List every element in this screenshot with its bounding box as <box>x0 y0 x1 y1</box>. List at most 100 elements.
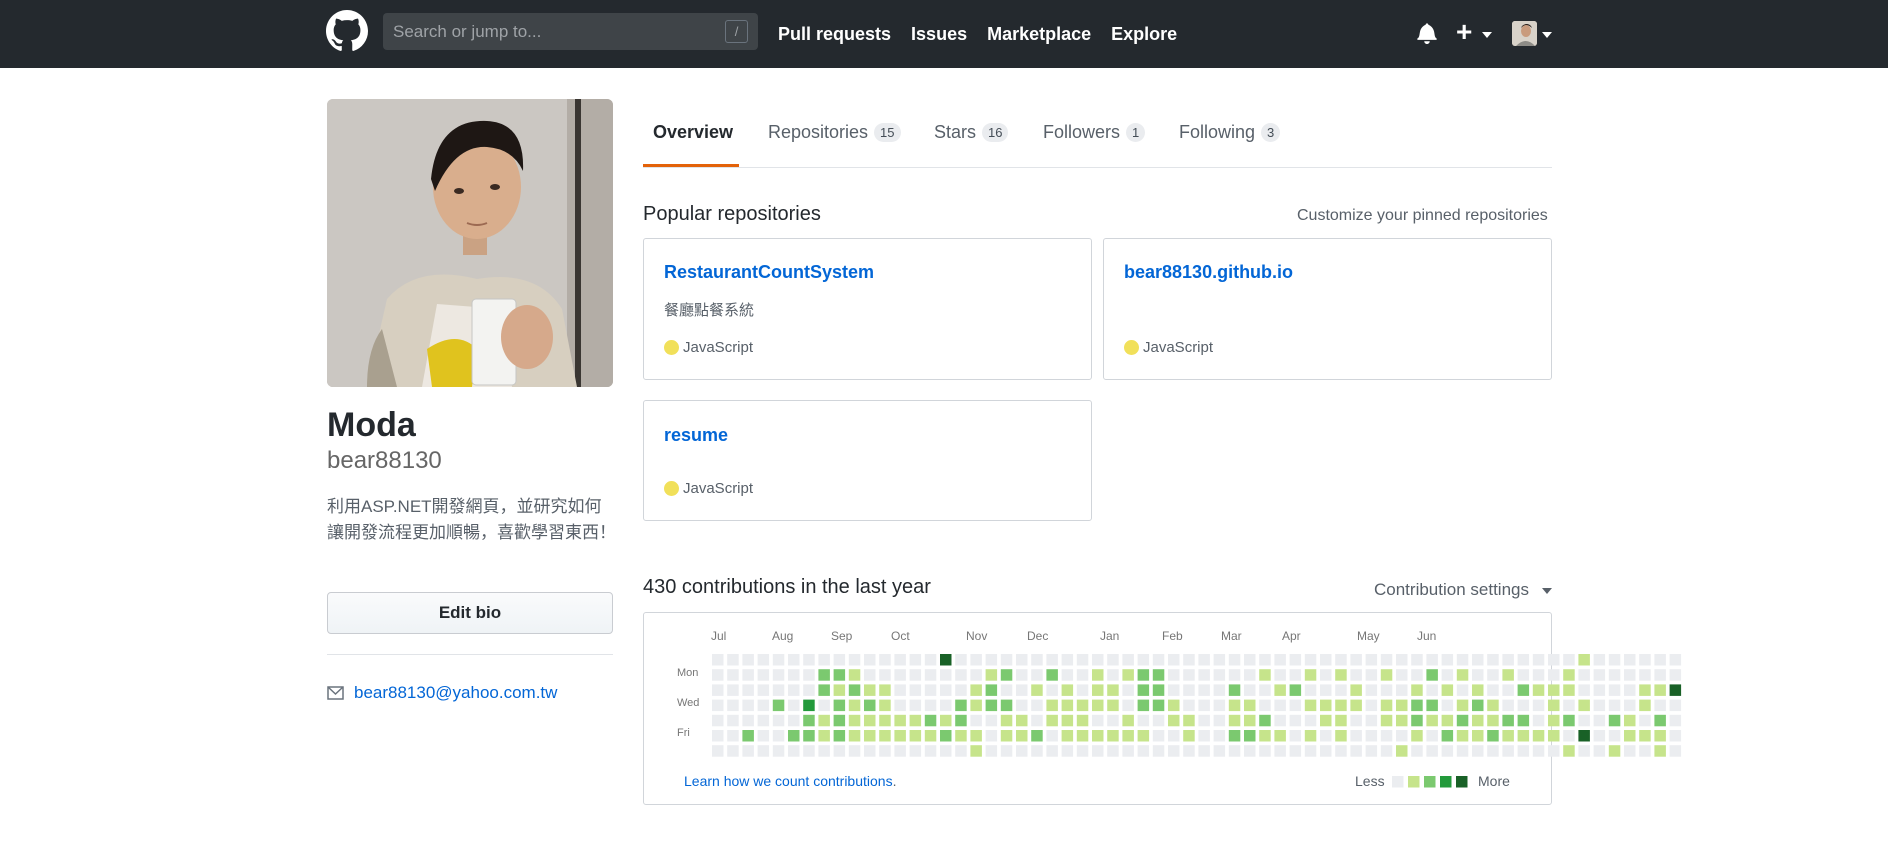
tab-label: Followers <box>1043 122 1121 142</box>
legend-swatch <box>1440 776 1452 788</box>
contribution-day-cell[interactable] <box>1654 654 1666 666</box>
user-avatar-thumbnail-icon <box>1512 21 1537 46</box>
contribution-day-cell[interactable] <box>1639 669 1651 681</box>
mail-icon <box>327 686 344 700</box>
contribution-day-cell[interactable] <box>1639 699 1651 712</box>
contribution-day-cell[interactable] <box>1624 669 1636 681</box>
contribution-day-cell[interactable] <box>1669 745 1682 757</box>
contribution-day-cell[interactable] <box>1563 730 1575 742</box>
contribution-day-cell[interactable] <box>1639 684 1651 696</box>
contribution-day-cell[interactable] <box>1654 684 1666 696</box>
language-color-dot <box>1124 340 1139 355</box>
contribution-settings-caret-icon[interactable] <box>1542 588 1552 594</box>
contribution-day-cell[interactable] <box>1624 730 1636 742</box>
contribution-day-cell[interactable] <box>1669 699 1682 712</box>
contribution-day-cell[interactable] <box>1624 684 1636 696</box>
legend-less-label: Less <box>1355 773 1385 789</box>
contribution-day-cell[interactable] <box>1578 745 1590 757</box>
nav-marketplace[interactable]: Marketplace <box>987 24 1091 45</box>
github-logo-icon[interactable] <box>326 10 368 52</box>
popular-repos-title: Popular repositories <box>643 203 821 225</box>
repo-name-link[interactable]: RestaurantCountSystem <box>664 262 874 283</box>
contribution-day-cell[interactable] <box>1639 654 1651 666</box>
profile-email-link[interactable]: bear88130@yahoo.com.tw <box>354 683 557 703</box>
contribution-day-cell[interactable] <box>1578 730 1590 742</box>
contribution-day-cell[interactable] <box>1578 684 1590 696</box>
contribution-day-cell[interactable] <box>1593 714 1606 727</box>
contribution-day-cell[interactable] <box>1563 684 1575 696</box>
contribution-day-cell[interactable] <box>1669 714 1682 727</box>
create-new-plus-icon[interactable]: + <box>1456 18 1472 46</box>
contribution-day-cell[interactable] <box>1563 654 1575 666</box>
contribution-day-cell[interactable] <box>1578 714 1590 727</box>
contribution-day-cell[interactable] <box>1593 745 1606 757</box>
repo-name-link[interactable]: bear88130.github.io <box>1124 262 1293 283</box>
contribution-day-cell[interactable] <box>1578 654 1590 666</box>
contribution-day-cell[interactable] <box>1639 714 1651 727</box>
legend-swatch <box>1424 776 1436 788</box>
contribution-day-cell[interactable] <box>1669 684 1682 696</box>
repo-language: JavaScript <box>664 480 753 497</box>
contribution-day-cell[interactable] <box>1669 654 1682 666</box>
tab-following[interactable]: Following 3 <box>1179 122 1281 143</box>
contribution-day-cell[interactable] <box>1608 654 1621 666</box>
contribution-day-cell[interactable] <box>1608 699 1621 712</box>
contribution-day-cell[interactable] <box>1578 699 1590 712</box>
profile-display-name: Moda <box>327 406 416 444</box>
contribution-day-cell[interactable] <box>1608 745 1621 757</box>
tab-followers[interactable]: Followers 1 <box>1043 122 1146 143</box>
contribution-day-cell[interactable] <box>1578 669 1590 681</box>
customize-pinned-link[interactable]: Customize your pinned repositories <box>1297 207 1548 225</box>
legend-swatch <box>1392 776 1404 788</box>
search-input[interactable] <box>393 13 703 50</box>
repo-name-link[interactable]: resume <box>664 425 728 446</box>
contribution-day-cell[interactable] <box>1563 714 1575 727</box>
contribution-day-cell[interactable] <box>1593 669 1606 681</box>
contribution-day-cell[interactable] <box>1563 745 1575 757</box>
learn-contributions-link[interactable]: Learn how we count contributions. <box>684 773 896 789</box>
contribution-day-cell[interactable] <box>1563 669 1575 681</box>
create-new-caret-icon[interactable] <box>1482 32 1492 38</box>
tab-overview[interactable]: Overview <box>653 122 733 143</box>
contribution-day-cell[interactable] <box>1639 745 1651 757</box>
contribution-day-cell[interactable] <box>1593 684 1606 696</box>
contribution-day-cell[interactable] <box>1669 669 1682 681</box>
tab-stars[interactable]: Stars 16 <box>934 122 1009 143</box>
contribution-day-cell[interactable] <box>1669 730 1682 742</box>
contribution-day-cell[interactable] <box>1654 699 1666 712</box>
contribution-day-cell[interactable] <box>1639 730 1651 742</box>
contribution-day-cell[interactable] <box>1563 699 1575 712</box>
contribution-day-cell[interactable] <box>1654 745 1666 757</box>
contribution-settings-dropdown[interactable]: Contribution settings <box>1374 580 1529 600</box>
contribution-day-cell[interactable] <box>1624 714 1636 727</box>
contribution-day-cell[interactable] <box>1593 730 1606 742</box>
contribution-day-cell[interactable] <box>1593 699 1606 712</box>
contribution-day-cell[interactable] <box>1624 745 1636 757</box>
contribution-day-cell[interactable] <box>1654 669 1666 681</box>
month-label: Mar <box>1221 629 1242 643</box>
contribution-day-cell[interactable] <box>1608 669 1621 681</box>
search-box: / <box>383 13 758 50</box>
contribution-day-cell[interactable] <box>1608 730 1621 742</box>
tab-repositories[interactable]: Repositories 15 <box>768 122 901 143</box>
nav-pull-requests[interactable]: Pull requests <box>778 24 891 45</box>
contribution-day-cell[interactable] <box>1654 714 1666 727</box>
user-menu-caret-icon[interactable] <box>1542 32 1552 38</box>
notifications-bell-icon[interactable] <box>1417 22 1437 44</box>
user-menu-avatar[interactable] <box>1512 21 1537 46</box>
profile-photo-icon <box>327 99 613 387</box>
active-tab-indicator <box>643 164 739 167</box>
month-label: Jan <box>1100 629 1120 643</box>
nav-explore[interactable]: Explore <box>1111 24 1177 45</box>
edit-bio-button[interactable]: Edit bio <box>327 592 613 634</box>
contribution-day-cell[interactable] <box>1593 654 1606 666</box>
contribution-day-cell[interactable] <box>1608 684 1621 696</box>
contribution-day-cell[interactable] <box>1624 654 1636 666</box>
contribution-day-cell[interactable] <box>1624 699 1636 712</box>
day-label: Wed <box>677 697 700 709</box>
contribution-day-cell[interactable] <box>1608 714 1621 727</box>
nav-issues[interactable]: Issues <box>911 24 967 45</box>
repo-language: JavaScript <box>1124 339 1213 356</box>
contribution-day-cell[interactable] <box>1654 730 1666 742</box>
tab-label: Following <box>1179 122 1256 142</box>
